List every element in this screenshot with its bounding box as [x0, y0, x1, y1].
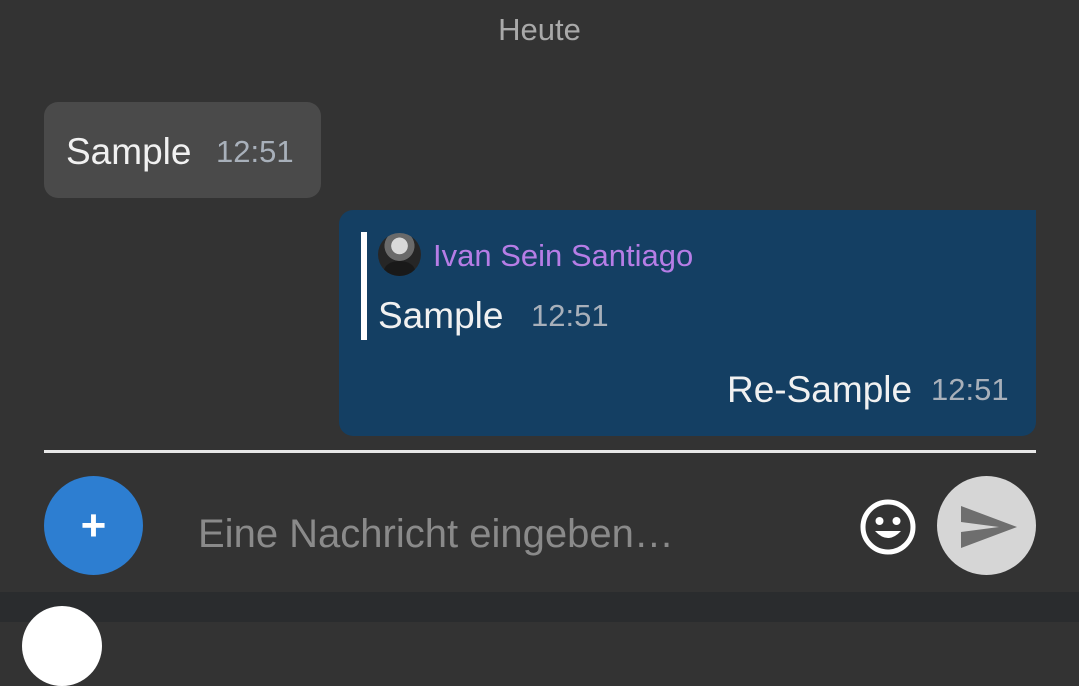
- date-separator: Heute: [498, 12, 581, 47]
- bottom-bar-button[interactable]: [22, 606, 102, 686]
- incoming-message-time: 12:51: [216, 134, 294, 169]
- quote-text: Sample: [378, 295, 504, 336]
- incoming-message-text: Sample: [66, 131, 192, 172]
- composer-divider: [44, 450, 1036, 453]
- bottom-bar: [0, 592, 1079, 622]
- avatar: [378, 233, 421, 276]
- send-button[interactable]: [937, 476, 1036, 575]
- outgoing-message-time: 12:51: [931, 372, 1009, 407]
- emoji-icon[interactable]: [859, 498, 917, 556]
- outgoing-message-text: Re-Sample: [727, 369, 913, 410]
- message-input[interactable]: [198, 506, 838, 562]
- quote-bar: [361, 232, 367, 340]
- send-icon: [961, 506, 1017, 548]
- quote-author-name: Ivan Sein Santiago: [433, 238, 694, 273]
- add-attachment-button[interactable]: +: [44, 476, 143, 575]
- quote-time: 12:51: [531, 298, 609, 333]
